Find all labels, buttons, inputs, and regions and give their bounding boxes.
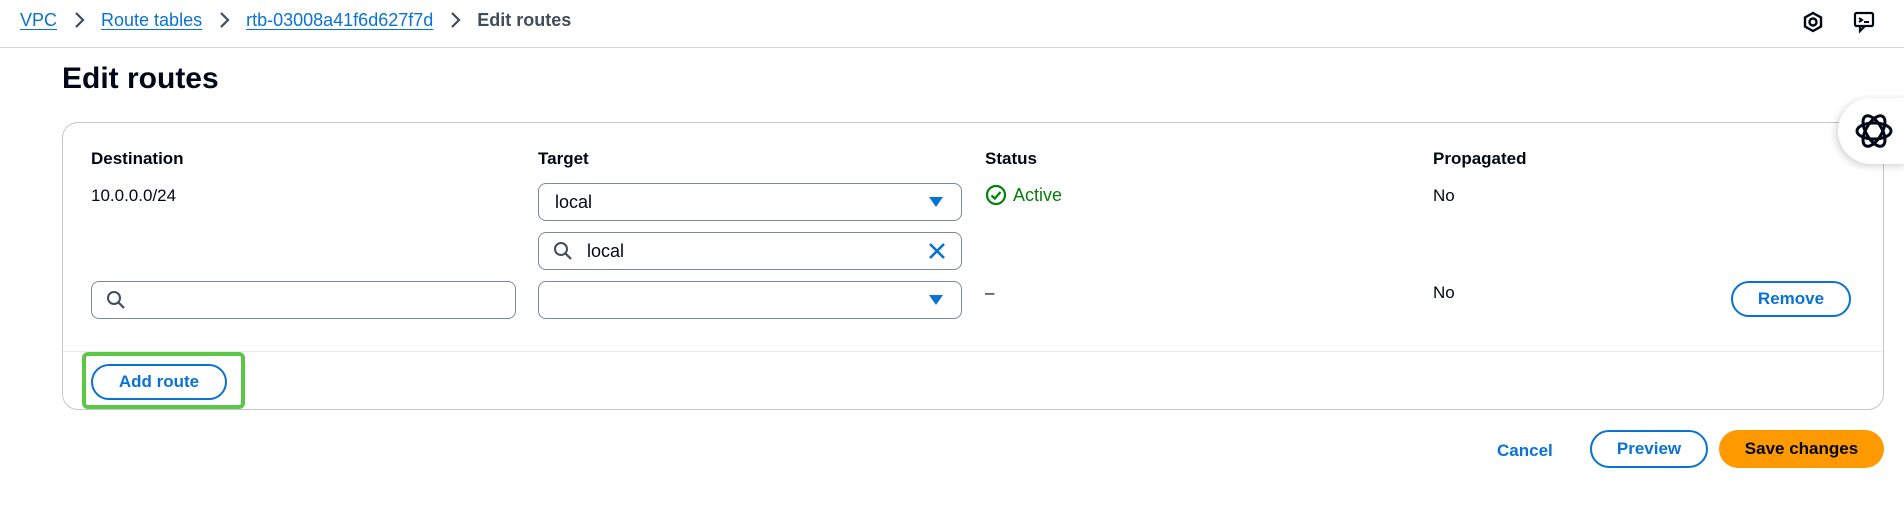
preview-button[interactable]: Preview	[1590, 430, 1708, 468]
target-filter-input[interactable]: local	[538, 232, 962, 270]
status-text: Active	[1013, 184, 1063, 205]
breadcrumb-vpc[interactable]: VPC	[20, 10, 57, 31]
add-route-highlight	[82, 352, 245, 409]
status-positive-icon	[985, 184, 1007, 206]
status-empty: –	[985, 283, 995, 302]
search-icon	[106, 289, 128, 311]
status-badge: Active	[985, 184, 1062, 206]
cancel-button[interactable]: Cancel	[1497, 441, 1553, 461]
chevron-right-icon	[433, 11, 477, 29]
propagated-value: No	[1433, 283, 1455, 302]
breadcrumb-current: Edit routes	[477, 9, 572, 30]
route-destination-value: 10.0.0.0/24	[91, 186, 177, 205]
feedback-icon[interactable]	[1852, 9, 1878, 35]
routes-table-card: Destination Target Status Propagated 10.…	[62, 122, 1884, 410]
target-filter-value: local	[587, 240, 625, 261]
caret-down-icon	[929, 295, 943, 305]
column-header-destination: Destination	[91, 149, 184, 168]
chevron-right-icon	[202, 11, 246, 29]
cloudshell-icon[interactable]	[1800, 9, 1826, 35]
column-header-target: Target	[538, 149, 589, 168]
chevron-right-icon	[57, 11, 101, 29]
propagated-value: No	[1433, 186, 1455, 205]
page-title: Edit routes	[62, 62, 219, 95]
target-select-value: local	[555, 191, 593, 212]
column-header-status: Status	[985, 149, 1037, 168]
target-select-new[interactable]	[538, 281, 962, 319]
breadcrumb-route-tables[interactable]: Route tables	[101, 10, 202, 31]
divider	[63, 351, 1883, 352]
target-select[interactable]: local	[538, 183, 962, 221]
destination-input[interactable]	[91, 281, 516, 319]
search-icon	[553, 240, 575, 262]
caret-down-icon	[929, 197, 943, 207]
breadcrumb-route-table-id[interactable]: rtb-03008a41f6d627f7d	[246, 10, 433, 31]
breadcrumb: VPC Route tables rtb-03008a41f6d627f7d E…	[20, 8, 571, 32]
save-changes-button[interactable]: Save changes	[1719, 430, 1884, 468]
remove-button[interactable]: Remove	[1731, 281, 1851, 317]
openai-logo-icon	[1855, 114, 1893, 148]
column-header-propagated: Propagated	[1433, 149, 1527, 168]
floating-assistant-button[interactable]	[1838, 98, 1904, 164]
top-bar: VPC Route tables rtb-03008a41f6d627f7d E…	[0, 0, 1904, 48]
clear-icon[interactable]	[925, 239, 949, 263]
